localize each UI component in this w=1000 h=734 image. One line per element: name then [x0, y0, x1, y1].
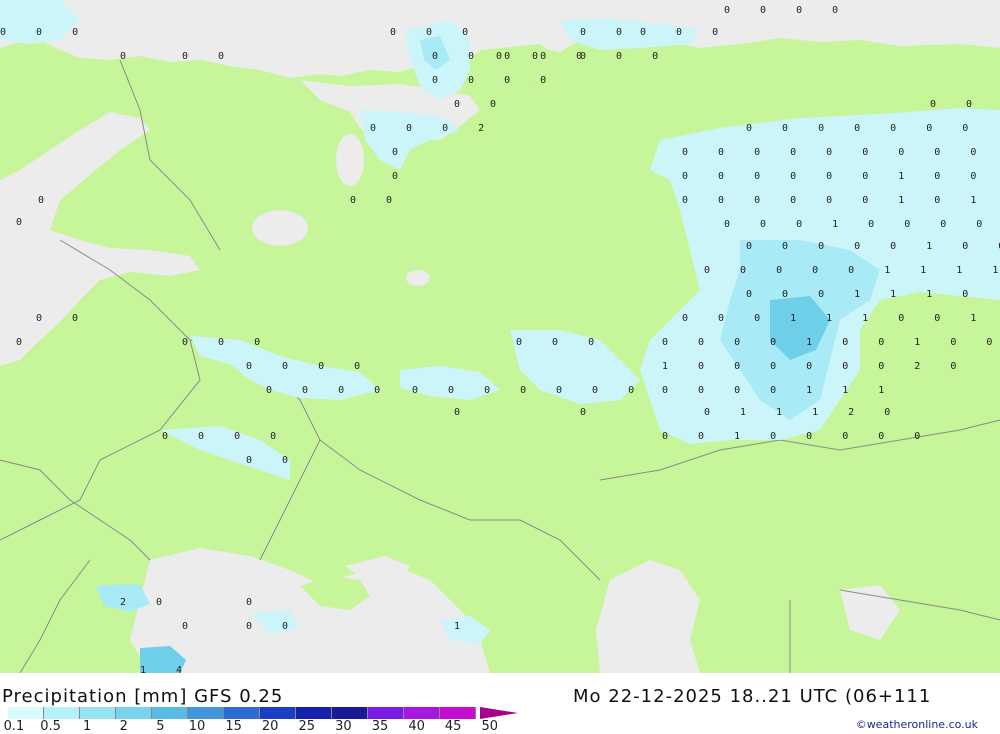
lake-onega: [336, 134, 364, 186]
precip-row-10: 0 0 0 0 1 0 0 1 0 0 0: [662, 337, 1000, 348]
precip-west-8: 0 0 0 0: [724, 5, 850, 16]
precip-west-27: 0: [454, 407, 460, 418]
legend-ticks: 0.1 0.5 1 2 5 10 15 20 25 30 35 40 45 50: [0, 719, 520, 734]
precip-west-7: 0 0 0: [640, 27, 730, 38]
precip-west-5: 0 0: [454, 99, 508, 110]
precip-west-18: 0: [16, 217, 22, 228]
legend-tick-label: 45: [444, 719, 462, 734]
legend-tick-label: 1: [83, 719, 92, 734]
precip-west-37: 0 0 0: [0, 27, 90, 38]
map-canvas: 0 0 0 0 0 0 0 0 0 0 0 0 0 0 0 0 0 0 0 0 …: [0, 0, 1000, 673]
precip-west-36: 1 4: [140, 665, 194, 673]
legend-arrow-icon: [480, 707, 518, 719]
precip-row-11: 1 0 0 0 0 0 0 2 0: [662, 361, 968, 372]
legend-swatch: [116, 707, 152, 719]
precip-west-31: 2 0: [120, 597, 174, 608]
legend-tick-label: 30: [335, 719, 352, 734]
precip-row-1: 0 0 0 0 0 0 0: [746, 123, 980, 134]
legend-tick-label: 40: [408, 719, 425, 734]
legend-tick-label: 25: [298, 719, 316, 734]
legend-tick-label: 50: [481, 719, 499, 734]
precip-west-3: 0 0 0 0: [432, 75, 558, 86]
legend-swatch: [44, 707, 80, 719]
precip-west-12: 0: [392, 147, 398, 158]
precip-west-24: 0 0 0 0: [412, 385, 538, 396]
precip-west-15: 0: [120, 51, 126, 62]
precip-row-3: 0 0 0 0 0 0 1 0 0 0 0 0 0 0 0 0: [682, 171, 1000, 182]
valid-time: Mo 22-12-2025 18..21 UTC (06+111: [573, 686, 932, 707]
precip-west-16: 0 0: [182, 51, 236, 62]
precip-row-9: 0 0 0 1 1 1 0 0 1 0: [682, 313, 1000, 324]
precip-west-20: 0: [16, 337, 22, 348]
precip-west-35: 1: [454, 621, 460, 632]
legend-swatch: [404, 707, 440, 719]
legend-swatch: [152, 707, 188, 719]
legend-tick-label: 0.5: [40, 719, 61, 734]
precip-west-11: 0 0: [930, 99, 984, 110]
precip-row-13: 0 1 1 1 2 0: [704, 407, 902, 418]
precip-west-23: 0 0 0 0: [266, 385, 392, 396]
precip-west-6: 0 0: [580, 27, 634, 38]
legend-tick-label: 10: [188, 719, 206, 734]
legend-swatch: [296, 707, 332, 719]
precip-west-9: 0 0 0: [580, 51, 670, 62]
precip-row-8: 0 0 0 1 1 1 0: [746, 289, 980, 300]
legend-tick-label: 35: [371, 719, 389, 734]
precip-west-28: 0: [580, 407, 586, 418]
precip-row-2: 0 0 0 0 0 0 0 0 0 0 0 0 0: [682, 147, 1000, 158]
precip-west-26: 0 0 0: [556, 385, 646, 396]
legend-swatch: [332, 707, 368, 719]
legend-tick-label: 2: [119, 719, 128, 734]
precipitation-map[interactable]: 0 0 0 0 0 0 0 0 0 0 0 0 0 0 0 0 0 0 0 0 …: [0, 0, 1000, 673]
precip-west-19: 0 0: [36, 313, 90, 324]
precip-west-13: 0: [392, 171, 398, 182]
precip-west-21: 0 0 0: [182, 337, 272, 348]
precip-row-4: 0 0 0 0 0 0 1 0 1 0 0 0 0 0: [682, 195, 1000, 206]
precip-row-12: 0 0 0 0 1 1 1: [662, 385, 896, 396]
precip-west-10: 0 0: [496, 51, 550, 62]
map-footer: Precipitation [mm] GFS 0.25 Mo 22-12-202…: [0, 673, 1000, 734]
precip-row-14: 0 0 1 0 0 0 0 0: [662, 431, 932, 442]
precip-west-25: 0 0 0: [516, 337, 606, 348]
precip-west-29: 0 0 0 0: [162, 431, 288, 442]
precip-west-1: 0 0 0: [390, 27, 480, 38]
legend-swatch: [224, 707, 260, 719]
precip-west-34: 0 0: [246, 621, 300, 632]
precip-west-30: 0 0: [246, 455, 300, 466]
legend-swatch: [8, 707, 44, 719]
legend-tick-label: 15: [225, 719, 242, 734]
precip-row-5: 0 0 0 1 0 0 0 0 0 0 0: [724, 219, 1000, 230]
rybinsk-reservoir: [406, 270, 430, 286]
legend-swatch: [368, 707, 404, 719]
color-legend: [8, 707, 476, 719]
legend-swatch: [188, 707, 224, 719]
map-title: Precipitation [mm] GFS 0.25: [2, 686, 284, 707]
precip-west-4: 0 0 0 2: [370, 123, 496, 134]
legend-swatch: [260, 707, 296, 719]
legend-tick-label: 0.1: [3, 719, 25, 734]
precip-row-7: 0 0 0 0 0 1 1 1 1 0 0 1 0 0 0: [704, 265, 1000, 276]
precip-row-6: 0 0 0 0 0 1 0 0 0 0 0 0: [746, 241, 1000, 252]
lake-ladoga: [252, 210, 308, 246]
precip-west-33: 0: [182, 621, 188, 632]
legend-tick-label: 5: [156, 719, 165, 734]
precip-west-14: 0 0: [350, 195, 404, 206]
credit-link[interactable]: ©weatheronline.co.uk: [856, 718, 978, 731]
legend-tick-label: 20: [261, 719, 279, 734]
precip-west-22: 0 0 0 0: [246, 361, 372, 372]
precip-west-32: 0: [246, 597, 252, 608]
legend-swatch: [440, 707, 476, 719]
precip-west-17: 0: [38, 195, 44, 206]
legend-swatch: [80, 707, 116, 719]
